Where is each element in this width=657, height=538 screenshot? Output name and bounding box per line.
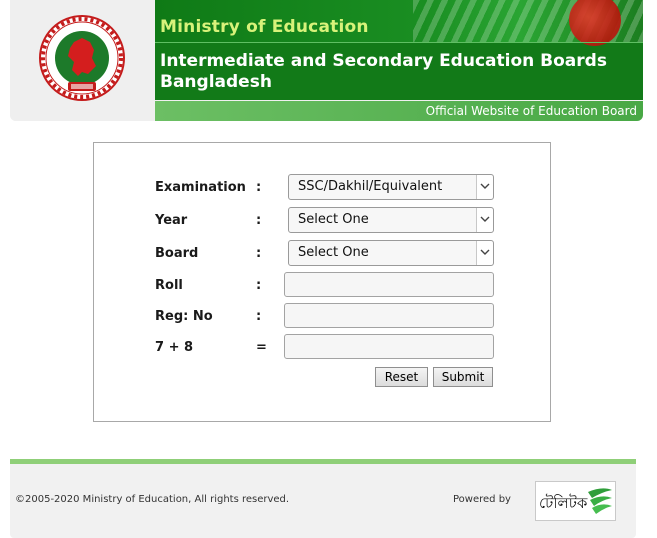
teletalk-logo-icon[interactable]: টেলিটক: [535, 481, 616, 521]
year-label: Year: [155, 213, 188, 228]
official-bar: Official Website of Education Board: [155, 101, 643, 121]
year-selected-value: Select One: [298, 212, 369, 227]
site-header: Ministry of Education Intermediate and S…: [10, 0, 643, 121]
examination-label: Examination: [155, 180, 246, 195]
chevron-down-icon[interactable]: [476, 208, 493, 232]
logo-area: [10, 0, 154, 121]
year-colon: :: [256, 213, 262, 228]
reg-no-colon: :: [256, 309, 262, 324]
banner-divider: [155, 42, 643, 43]
banner-top: Ministry of Education: [155, 0, 643, 54]
flag-circle-decoration: [561, 0, 629, 54]
page: Ministry of Education Intermediate and S…: [10, 0, 643, 538]
teletalk-swoosh-icon: [588, 488, 612, 514]
board-select[interactable]: Select One: [288, 240, 494, 266]
copyright-text: ©2005-2020 Ministry of Education, All ri…: [15, 494, 290, 505]
site-footer: ©2005-2020 Ministry of Education, All ri…: [10, 464, 636, 538]
board-selected-value: Select One: [298, 245, 369, 260]
roll-label: Roll: [155, 278, 183, 293]
bangladesh-government-seal-icon: [39, 15, 125, 101]
reset-button[interactable]: Reset: [375, 367, 428, 387]
teletalk-brand-text: টেলিটক: [539, 494, 588, 512]
captcha-input[interactable]: [284, 334, 494, 359]
board-label: Board: [155, 246, 199, 261]
chevron-down-icon[interactable]: [476, 241, 493, 265]
chevron-down-icon[interactable]: [476, 175, 493, 199]
year-select[interactable]: Select One: [288, 207, 494, 233]
examination-colon: :: [256, 180, 262, 195]
board-title: Intermediate and Secondary Education Boa…: [160, 51, 607, 92]
title-banner: Ministry of Education Intermediate and S…: [155, 0, 643, 100]
captcha-equals: =: [256, 340, 267, 355]
powered-by-text: Powered by: [453, 494, 511, 505]
examination-selected-value: SSC/Dakhil/Equivalent: [298, 179, 443, 194]
reg-no-label: Reg: No: [155, 309, 213, 324]
roll-input[interactable]: [284, 272, 494, 297]
examination-select[interactable]: SSC/Dakhil/Equivalent: [288, 174, 494, 200]
result-form: Examination : SSC/Dakhil/Equivalent Year…: [93, 142, 551, 422]
board-colon: :: [256, 246, 262, 261]
submit-button[interactable]: Submit: [433, 367, 493, 387]
reg-no-input[interactable]: [284, 303, 494, 328]
captcha-label: 7 + 8: [155, 340, 194, 355]
ministry-title: Ministry of Education: [160, 17, 369, 37]
roll-colon: :: [256, 278, 262, 293]
official-website-text: Official Website of Education Board: [425, 104, 637, 118]
